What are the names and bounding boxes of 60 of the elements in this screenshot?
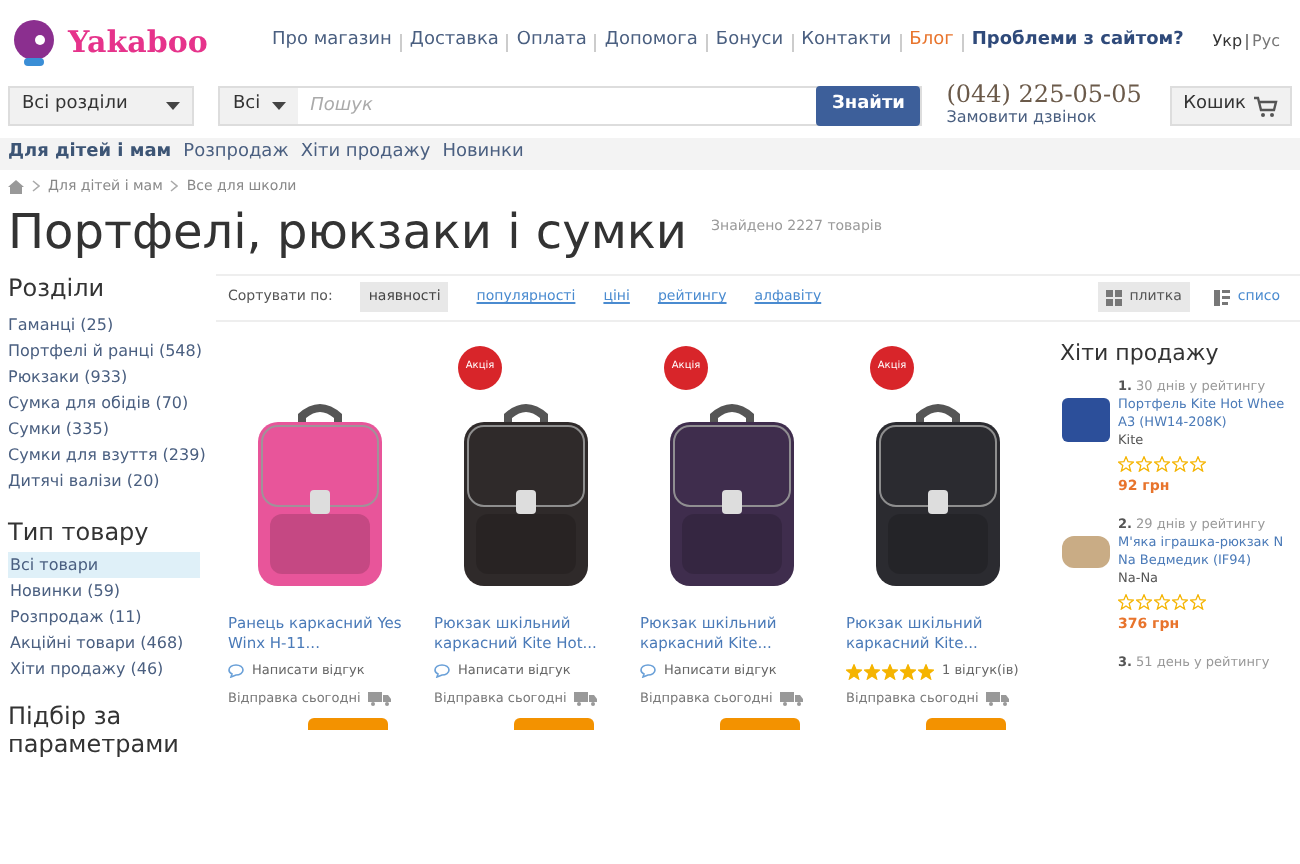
section-link[interactable]: Сумки (335) xyxy=(8,415,208,441)
type-link[interactable]: Акційні товари (468) xyxy=(8,629,208,655)
truck-icon xyxy=(574,691,599,706)
language-link[interactable]: Укр xyxy=(1212,30,1243,54)
product-thumbnail xyxy=(1062,398,1110,442)
callback-link[interactable]: Замовити дзвінок xyxy=(946,106,1146,128)
grid-icon xyxy=(1105,289,1122,305)
buy-button[interactable] xyxy=(308,718,388,731)
scope-dropdown[interactable]: Всі xyxy=(220,88,299,124)
nav-link[interactable]: Бонуси xyxy=(715,28,784,56)
type-link[interactable]: Всі товари xyxy=(8,551,200,577)
sidebar-heading: Тип товару xyxy=(8,515,151,549)
section-link[interactable]: Рюкзаки (933) xyxy=(8,363,208,389)
buy-button[interactable] xyxy=(514,718,594,731)
type-link[interactable]: Новинки (59) xyxy=(8,577,208,603)
type-link[interactable]: Розпродаж (11) xyxy=(8,603,208,629)
category-tab[interactable]: Новинки xyxy=(442,140,524,168)
chevron-icon xyxy=(32,180,40,193)
section-link[interactable]: Дитячі валізи (20) xyxy=(8,467,208,493)
home-icon[interactable] xyxy=(8,179,24,194)
truck-icon xyxy=(986,691,1011,706)
product-thumbnail xyxy=(1062,536,1110,568)
search-field[interactable]: Всі Пошук Знайти xyxy=(218,86,923,126)
category-tab[interactable]: Розпродаж xyxy=(183,140,289,168)
list-icon xyxy=(1213,289,1230,305)
nav-link[interactable]: Контакти xyxy=(801,28,892,56)
buy-button[interactable] xyxy=(926,718,1006,731)
caret-icon xyxy=(272,102,287,110)
chevron-icon xyxy=(170,180,179,193)
logo-icon xyxy=(8,16,60,68)
section-link[interactable]: Портфелі й ранці (548) xyxy=(8,337,208,363)
buy-button[interactable] xyxy=(720,718,800,731)
language-link[interactable]: Рус xyxy=(1252,30,1280,54)
category-dropdown[interactable]: Всі розділи xyxy=(8,86,195,126)
nav-link[interactable]: Проблеми з сайтом? xyxy=(971,28,1184,56)
nav-link[interactable]: Допомога xyxy=(604,28,698,56)
category-tab[interactable]: Для дітей і мам xyxy=(8,140,172,168)
phone-number: (044) 225-05-05 xyxy=(946,84,1144,106)
cart-icon xyxy=(1254,95,1278,117)
comment-icon xyxy=(434,664,450,678)
search-button[interactable]: Знайти xyxy=(816,86,921,126)
section-link[interactable]: Гаманці (25) xyxy=(8,311,208,337)
sidebar-heading: Розділи xyxy=(8,271,107,305)
page-title: Портфелі, рюкзаки і сумки xyxy=(8,201,688,261)
section-link[interactable]: Сумки для взуття (239) xyxy=(8,441,208,467)
nav-link[interactable]: Про магазин xyxy=(272,28,392,56)
truck-icon xyxy=(368,691,393,706)
section-link[interactable]: Сумка для обідів (70) xyxy=(8,389,208,415)
category-tab[interactable]: Хіти продажу xyxy=(300,140,431,168)
bestsellers-heading: Хіти продажу xyxy=(1060,337,1221,369)
comment-icon xyxy=(228,664,244,678)
truck-icon xyxy=(780,691,805,706)
nav-link[interactable]: Оплата xyxy=(516,28,587,56)
comment-icon xyxy=(640,664,656,678)
caret-icon xyxy=(166,102,181,110)
sidebar-heading: Підбір за параметрами xyxy=(8,701,181,757)
cart-button[interactable]: Кошик xyxy=(1169,86,1292,126)
nav-link[interactable]: Доставка xyxy=(409,28,499,56)
type-link[interactable]: Хіти продажу (46) xyxy=(8,655,208,681)
logo-text[interactable]: Yakaboo xyxy=(68,19,208,65)
